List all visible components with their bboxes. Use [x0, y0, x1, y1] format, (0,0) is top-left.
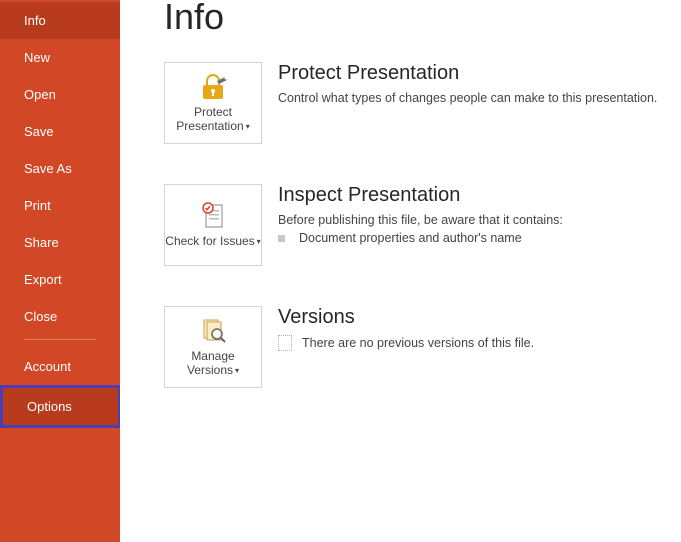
versions-desc-line: There are no previous versions of this f… — [278, 335, 534, 351]
sidebar-item-new[interactable]: New — [0, 39, 120, 76]
sidebar-item-save-as[interactable]: Save As — [0, 150, 120, 187]
sidebar-item-close[interactable]: Close — [0, 298, 120, 335]
section-versions: Manage Versions▾ Versions There are no p… — [164, 306, 681, 388]
document-magnify-icon — [197, 317, 229, 345]
bullet-marker-icon — [278, 235, 285, 242]
lock-key-icon — [197, 73, 229, 101]
inspect-desc: Before publishing this file, be aware th… — [278, 213, 563, 227]
page-title: Info — [164, 0, 681, 38]
sidebar-divider — [24, 339, 96, 340]
sidebar-item-info[interactable]: Info — [0, 2, 120, 39]
inspect-bullet-item: Document properties and author's name — [278, 231, 563, 245]
check-issues-card-label: Check for Issues▾ — [165, 234, 260, 248]
sidebar-item-export[interactable]: Export — [0, 261, 120, 298]
sidebar-item-open[interactable]: Open — [0, 76, 120, 113]
sidebar-item-account[interactable]: Account — [0, 348, 120, 385]
manage-versions-button[interactable]: Manage Versions▾ — [164, 306, 262, 388]
manage-versions-card-label: Manage Versions▾ — [165, 349, 261, 378]
sidebar-item-options[interactable]: Options — [0, 385, 121, 428]
main-content: Info Protect Presentation▾ Protect Prese… — [120, 0, 681, 542]
check-for-issues-button[interactable]: Check for Issues▾ — [164, 184, 262, 266]
protect-title: Protect Presentation — [278, 62, 657, 85]
inspect-title: Inspect Presentation — [278, 184, 563, 207]
protect-presentation-button[interactable]: Protect Presentation▾ — [164, 62, 262, 144]
versions-desc: There are no previous versions of this f… — [302, 336, 534, 350]
document-check-icon — [197, 202, 229, 230]
file-placeholder-icon — [278, 335, 292, 351]
protect-card-label: Protect Presentation▾ — [165, 105, 261, 134]
protect-desc: Control what types of changes people can… — [278, 91, 657, 105]
versions-title: Versions — [278, 306, 534, 329]
backstage-sidebar: Info New Open Save Save As Print Share E… — [0, 0, 120, 542]
section-protect: Protect Presentation▾ Protect Presentati… — [164, 62, 681, 144]
sidebar-item-save[interactable]: Save — [0, 113, 120, 150]
sidebar-item-print[interactable]: Print — [0, 187, 120, 224]
section-inspect: Check for Issues▾ Inspect Presentation B… — [164, 184, 681, 266]
sidebar-item-share[interactable]: Share — [0, 224, 120, 261]
inspect-bullets: Document properties and author's name — [278, 231, 563, 245]
